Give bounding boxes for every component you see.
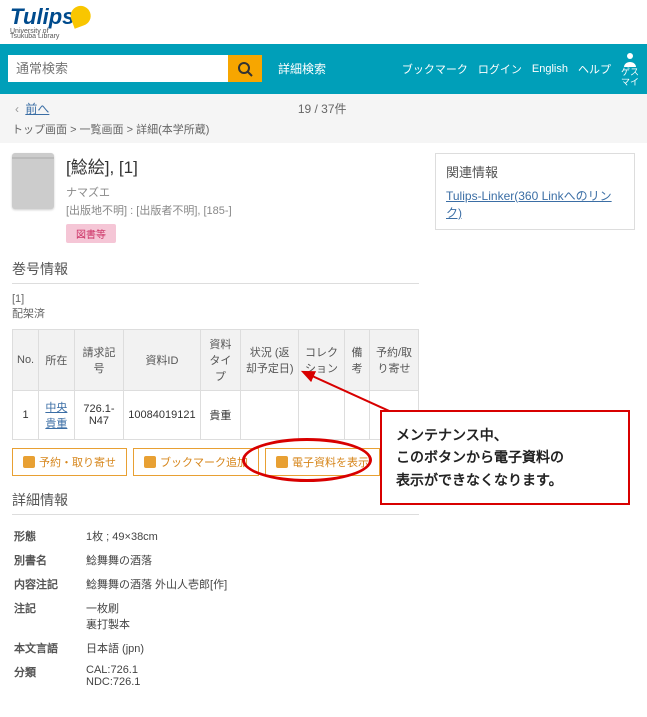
nav-row: ‹ 前へ 19 / 37件 トップ画面 > 一覧画面 > 詳細(本学所蔵) [0,94,647,143]
user-menu[interactable]: ゲス マイ [621,50,639,88]
th-note: 備考 [344,329,369,390]
holdings-table: No. 所在 請求記号 資料ID 資料タイプ 状況 (返却予定日) コレクション… [12,329,419,440]
help-link[interactable]: ヘルプ [578,61,611,77]
result-counter: 19 / 37件 [298,100,347,117]
chevron-left-icon: ‹ [15,102,19,116]
search-icon [237,61,253,77]
detail-val: 1枚 ; 49×38cm [86,525,227,547]
tulips-linker-link[interactable]: Tulips-Linker(360 Linkへのリンク) [446,189,612,220]
prev-wrap: ‹ 前へ [12,100,49,117]
prev-link[interactable]: 前へ [25,102,49,116]
detail-val: 鯰舞舞の酒落 外山人壱郎[作] [86,573,227,595]
user-line2: マイ [621,78,639,88]
cell-type: 貴重 [200,390,241,439]
logo-sub2: Tsukuba Library [10,33,90,40]
detail-key: 別書名 [14,549,84,571]
cell-status [241,390,299,439]
detail-heading: 詳細情報 [12,490,419,515]
volumes-section: 巻号情報 [1] 配架済 No. 所在 請求記号 資料ID 資料タイプ 状況 (… [12,259,419,476]
topbar-right: ブックマーク ログイン English ヘルプ ゲス マイ [402,50,639,88]
crumb-sep: > [70,124,79,136]
cell-location: 中央貴重 [39,390,75,439]
book-thumb-icon [12,153,54,209]
crumb-detail: 詳細(本学所蔵) [136,124,209,136]
show-eresource-button[interactable]: 電子資料を表示 [265,448,380,476]
th-reserve: 予約/取り寄せ [370,329,419,390]
related-title: 関連情報 [446,162,624,181]
item-publisher: [出版地不明] : [出版者不明], [185-] [66,202,232,218]
topbar: 詳細検索 ブックマーク ログイン English ヘルプ ゲス マイ [0,44,647,94]
cell-no: 1 [13,390,39,439]
detail-key: 内容注記 [14,573,84,595]
callout-text: メンテナンス中、 このボタンから電子資料の 表示ができなくなります。 [396,427,564,488]
table-header-row: No. 所在 請求記号 資料ID 資料タイプ 状況 (返却予定日) コレクション… [13,329,419,390]
nav-top: ‹ 前へ 19 / 37件 [12,100,635,117]
detail-val: 鯰舞舞の酒落 [86,549,227,571]
logo-bar: Tulips University of Tsukuba Library [0,0,647,44]
th-itemid: 資料ID [124,329,200,390]
location-link[interactable]: 中央貴重 [45,402,67,430]
bookmark-icon [144,456,156,468]
left-column: [鯰絵], [1] ナマズエ [出版地不明] : [出版者不明], [185-]… [12,153,419,707]
detail-val: CAL:726.1 NDC:726.1 [86,661,227,691]
cell-callno: 726.1-N47 [74,390,124,439]
logo-text: Tulips [10,4,74,29]
item-title: [鯰絵], [1] [66,153,232,178]
eresource-icon [276,456,288,468]
logo: Tulips University of Tsukuba Library [10,4,90,40]
th-no: No. [13,329,39,390]
detail-key: 本文言語 [14,637,84,659]
login-link[interactable]: ログイン [478,61,522,77]
th-callno: 請求記号 [74,329,124,390]
volume-label: [1] 配架済 [12,292,419,323]
cell-note [344,390,369,439]
detail-section: 詳細情報 形態1枚 ; 49×38cm 別書名鯰舞舞の酒落 内容注記鯰舞舞の酒落… [12,490,419,693]
action-row: 予約・取り寄せ ブックマーク追加 電子資料を表示 [12,448,419,476]
detail-table: 形態1枚 ; 49×38cm 別書名鯰舞舞の酒落 内容注記鯰舞舞の酒落 外山人壱… [12,523,229,693]
annotation-callout: メンテナンス中、 このボタンから電子資料の 表示ができなくなります。 [380,410,630,505]
search-box [8,55,262,82]
reserve-button[interactable]: 予約・取り寄せ [12,448,127,476]
item-meta: [鯰絵], [1] ナマズエ [出版地不明] : [出版者不明], [185-]… [66,153,232,243]
item-header: [鯰絵], [1] ナマズエ [出版地不明] : [出版者不明], [185-]… [12,153,419,243]
advanced-search-link[interactable]: 詳細検索 [278,60,326,77]
th-type: 資料タイプ [200,329,241,390]
breadcrumb: トップ画面 > 一覧画面 > 詳細(本学所蔵) [12,121,635,137]
reserve-icon [23,456,35,468]
crumb-list[interactable]: 一覧画面 [80,124,124,136]
cell-collection [299,390,345,439]
th-location: 所在 [39,329,75,390]
related-box: 関連情報 Tulips-Linker(360 Linkへのリンク) [435,153,635,230]
th-collection: コレクション [299,329,345,390]
user-icon [621,50,639,68]
search-input[interactable] [8,55,228,82]
crumb-top[interactable]: トップ画面 [12,124,67,136]
item-author: ナマズエ [66,184,232,200]
detail-key: 分類 [14,661,84,691]
material-badge: 図書等 [66,224,116,243]
search-button[interactable] [228,55,262,82]
volumes-heading: 巻号情報 [12,259,419,284]
bookmark-link[interactable]: ブックマーク [402,61,468,77]
detail-key: 形態 [14,525,84,547]
crumb-sep: > [127,124,136,136]
detail-key: 注記 [14,597,84,635]
table-row: 1 中央貴重 726.1-N47 10084019121 貴重 0 [13,390,419,439]
detail-val: 一枚刷 裏打製本 [86,597,227,635]
english-link[interactable]: English [532,63,568,75]
th-status: 状況 (返却予定日) [241,329,299,390]
add-bookmark-button[interactable]: ブックマーク追加 [133,448,259,476]
detail-val: 日本語 (jpn) [86,637,227,659]
cell-itemid: 10084019121 [124,390,200,439]
